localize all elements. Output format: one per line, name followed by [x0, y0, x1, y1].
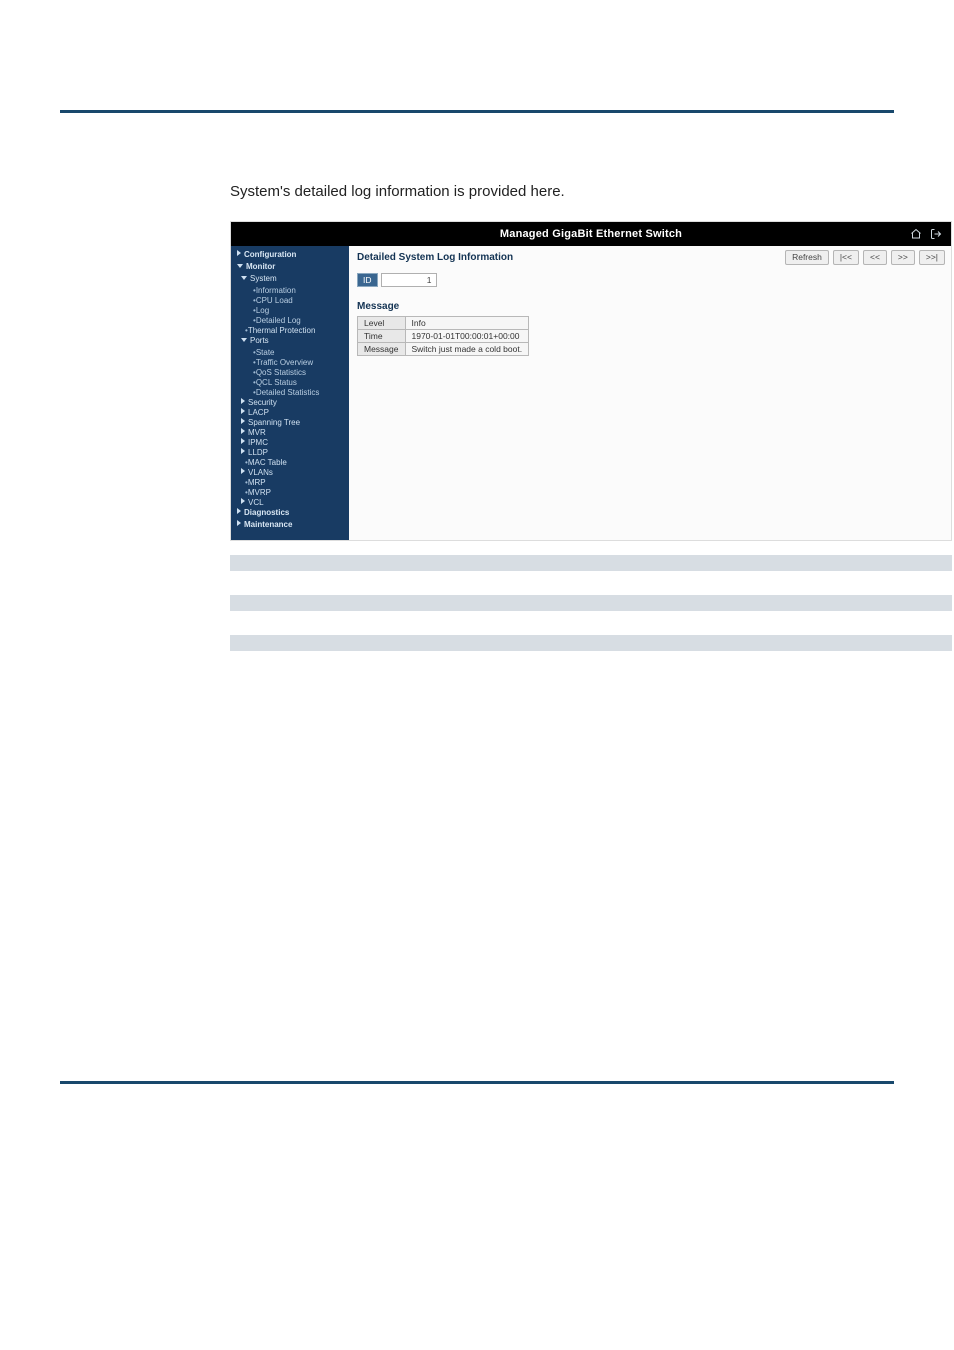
first-button[interactable]: |<<: [833, 250, 859, 265]
intro-text: System's detailed log information is pro…: [230, 183, 565, 200]
prev-button[interactable]: <<: [863, 250, 887, 265]
placeholder-bar: [230, 555, 952, 571]
sidebar-item-qcl-status[interactable]: QCL Status: [253, 378, 345, 388]
sidebar-item-mvrp[interactable]: MVRP: [245, 488, 345, 498]
placeholder-bars: [230, 555, 952, 651]
id-input[interactable]: 1: [381, 273, 437, 287]
message-value: Switch just made a cold boot.: [405, 343, 529, 356]
sidebar-item-ports[interactable]: Ports: [241, 336, 345, 346]
sidebar-item-lacp[interactable]: LACP: [241, 408, 345, 418]
sidebar-item-log[interactable]: Log: [253, 306, 345, 316]
sidebar-item-vcl[interactable]: VCL: [241, 498, 345, 508]
toolbar: Refresh |<< << >> >>|: [785, 250, 945, 265]
sidebar-item-vlans[interactable]: VLANs: [241, 468, 345, 478]
sidebar-item-traffic-overview[interactable]: Traffic Overview: [253, 358, 345, 368]
content-pane: Detailed System Log Information Refresh …: [349, 246, 951, 540]
sidebar-item-spanning-tree[interactable]: Spanning Tree: [241, 418, 345, 428]
sidebar-item-mac-table[interactable]: MAC Table: [245, 458, 345, 468]
app-window: Managed GigaBit Ethernet Switch Configur…: [230, 221, 952, 541]
level-value: Info: [405, 317, 529, 330]
home-icon[interactable]: [909, 227, 923, 241]
last-button[interactable]: >>|: [919, 250, 945, 265]
level-key: Level: [358, 317, 406, 330]
app-brand: Managed GigaBit Ethernet Switch: [500, 228, 682, 240]
time-value: 1970-01-01T00:00:01+00:00: [405, 330, 529, 343]
placeholder-bar: [230, 635, 952, 651]
next-button[interactable]: >>: [891, 250, 915, 265]
message-table: Level Info Time 1970-01-01T00:00:01+00:0…: [357, 316, 529, 356]
sidebar: Configuration Monitor System Information…: [231, 246, 349, 540]
page-top-rule: [60, 110, 894, 113]
sidebar-item-state[interactable]: State: [253, 348, 345, 358]
app-header: Managed GigaBit Ethernet Switch: [231, 222, 951, 246]
message-key: Message: [358, 343, 406, 356]
sidebar-item-system[interactable]: System: [241, 274, 345, 284]
sidebar-item-mrp[interactable]: MRP: [245, 478, 345, 488]
table-row: Level Info: [358, 317, 529, 330]
sidebar-item-detailed-log[interactable]: Detailed Log: [253, 316, 345, 326]
sidebar-item-ipmc[interactable]: IPMC: [241, 438, 345, 448]
sidebar-item-qos-statistics[interactable]: QoS Statistics: [253, 368, 345, 378]
time-key: Time: [358, 330, 406, 343]
sidebar-item-diagnostics[interactable]: Diagnostics: [237, 508, 345, 518]
id-label: ID: [357, 273, 378, 287]
sidebar-item-detailed-statistics[interactable]: Detailed Statistics: [253, 388, 345, 398]
sidebar-item-thermal-protection[interactable]: Thermal Protection: [245, 326, 345, 336]
sidebar-item-maintenance[interactable]: Maintenance: [237, 520, 345, 530]
message-header: Message: [357, 301, 943, 312]
sidebar-item-mvr[interactable]: MVR: [241, 428, 345, 438]
sidebar-item-cpu-load[interactable]: CPU Load: [253, 296, 345, 306]
table-row: Time 1970-01-01T00:00:01+00:00: [358, 330, 529, 343]
sidebar-item-configuration[interactable]: Configuration: [237, 250, 345, 260]
placeholder-bar: [230, 595, 952, 611]
table-row: Message Switch just made a cold boot.: [358, 343, 529, 356]
refresh-button[interactable]: Refresh: [785, 250, 829, 265]
sidebar-item-information[interactable]: Information: [253, 286, 345, 296]
sidebar-item-security[interactable]: Security: [241, 398, 345, 408]
logout-icon[interactable]: [929, 227, 943, 241]
sidebar-item-monitor[interactable]: Monitor: [237, 262, 345, 272]
sidebar-item-lldp[interactable]: LLDP: [241, 448, 345, 458]
